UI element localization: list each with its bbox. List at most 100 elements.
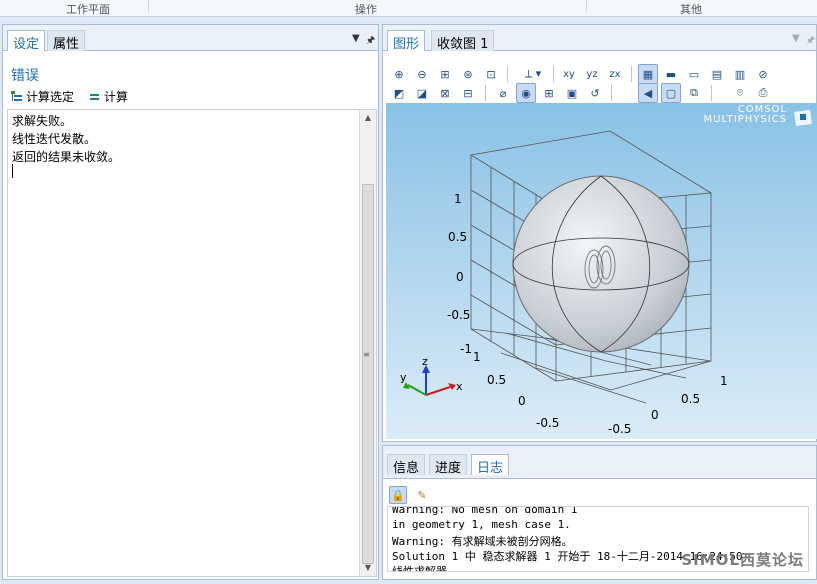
triad-z-label: z bbox=[422, 355, 428, 368]
tab-messages[interactable]: 信息 bbox=[387, 454, 426, 476]
reset-view-icon[interactable]: ↺ bbox=[585, 83, 605, 103]
z-tick-label: -1 bbox=[460, 342, 472, 356]
error-message-area[interactable]: 求解失败。 线性迭代发散。 返回的结果未收敛。 ▲ ≡ ▼ bbox=[7, 109, 377, 577]
pin-icon[interactable]: 🖈 bbox=[806, 33, 815, 50]
select-boundary-icon[interactable]: ◪ bbox=[412, 83, 432, 103]
toggle-transparency-icon[interactable]: ◀ bbox=[638, 83, 658, 103]
y-tick-label: -0.5 bbox=[536, 416, 559, 430]
toolbar-divider bbox=[553, 66, 554, 82]
settings-tabbar: 设定 属性 ▼ 🖈 bbox=[3, 25, 378, 52]
scroll-up-icon[interactable]: ▲ bbox=[360, 110, 376, 126]
toolbar-divider bbox=[507, 66, 508, 82]
axis-orientation-icon[interactable]: ⟂ ▾ bbox=[517, 64, 549, 84]
hide-objects-icon[interactable]: ▥ bbox=[730, 64, 750, 84]
scroll-lock-icon[interactable]: 🔒 bbox=[389, 486, 407, 504]
y-tick-label: 1 bbox=[473, 350, 481, 364]
x-tick-label: 1 bbox=[720, 374, 728, 388]
compute-icon bbox=[90, 94, 99, 100]
scroll-thumb[interactable] bbox=[362, 184, 374, 564]
ribbon-divider bbox=[586, 0, 587, 12]
triad-y-label: y bbox=[400, 371, 407, 384]
x-tick-label: -0.5 bbox=[608, 422, 631, 436]
hidden-select-icon[interactable]: ▭ bbox=[684, 64, 704, 84]
geometry-plot: 1 0.5 0 -0.5 -1 1 0.5 0 -0.5 -1 1 0.5 0 … bbox=[400, 130, 728, 439]
select-domain-icon[interactable]: ◩ bbox=[389, 83, 409, 103]
messages-tabbar: 信息 进度 日志 bbox=[383, 446, 816, 479]
log-line: 线性求解器 bbox=[392, 565, 447, 572]
triad-x-label: x bbox=[456, 380, 463, 393]
tab-progress[interactable]: 进度 bbox=[429, 454, 468, 476]
log-line: Warning: 有求解域未被剖分网格。 bbox=[392, 535, 573, 548]
tab-properties[interactable]: 属性 bbox=[47, 30, 86, 52]
ribbon-divider bbox=[148, 0, 149, 12]
axis-triad bbox=[403, 365, 456, 396]
pin-icon[interactable]: 🖈 bbox=[366, 33, 375, 50]
zoom-extents-icon[interactable]: ⊡ bbox=[481, 64, 501, 84]
hide-geometry-icon[interactable]: ⊘ bbox=[753, 64, 773, 84]
view-solid-icon[interactable]: ▦ bbox=[638, 64, 658, 84]
error-message-line: 线性迭代发散。 bbox=[12, 132, 97, 146]
z-tick-label: -0.5 bbox=[447, 308, 470, 322]
error-message-line: 返回的结果未收敛。 bbox=[12, 150, 121, 164]
pane-menu-icon[interactable]: ▼ bbox=[792, 33, 800, 44]
tab-convergence-plot[interactable]: 收敛图 1 bbox=[431, 30, 495, 52]
view-zx-icon[interactable]: zx bbox=[605, 64, 625, 84]
ribbon-group-other: 其他 bbox=[680, 3, 702, 16]
compute-selected-label: 计算选定 bbox=[26, 90, 75, 104]
graphics-viewport[interactable]: COMSOL MULTIPHYSICS 1 0.5 0 -0.5 -1 1 0.… bbox=[386, 103, 817, 439]
error-title: 错误 bbox=[11, 68, 39, 84]
clear-log-icon[interactable]: ✎ bbox=[413, 486, 431, 504]
view-xy-icon[interactable]: xy bbox=[559, 64, 579, 84]
log-line: Warning: No mesh on domain 1 bbox=[392, 506, 578, 516]
print-icon[interactable]: ⎙ bbox=[753, 83, 773, 103]
ribbon-group-operations: 操作 bbox=[355, 3, 377, 16]
log-line: in geometry 1, mesh case 1. bbox=[392, 518, 571, 531]
view-wireframe-icon[interactable]: ▬ bbox=[661, 64, 681, 84]
scroll-down-icon[interactable]: ▼ bbox=[360, 560, 376, 576]
toolbar-divider bbox=[711, 85, 712, 101]
compute-selected-icon bbox=[11, 91, 22, 101]
show-legend-icon[interactable]: ▣ bbox=[562, 83, 582, 103]
compute-button[interactable]: 计算 bbox=[89, 89, 128, 105]
compute-selected-button[interactable]: 计算选定 bbox=[11, 89, 74, 105]
transparency-icon[interactable]: ▤ bbox=[707, 64, 727, 84]
settings-pane: 设定 属性 ▼ 🖈 错误 计算选定 计算 求解失败。 线性迭代发散。 返回的结果… bbox=[2, 24, 379, 580]
hide-icon[interactable]: ⌀ bbox=[493, 83, 513, 103]
zoom-out-icon[interactable]: ⊖ bbox=[412, 64, 432, 84]
scroll-grip-icon: ≡ bbox=[363, 350, 370, 359]
wireframe-icon[interactable]: ▢ bbox=[661, 83, 681, 103]
z-tick-label: 1 bbox=[454, 192, 462, 206]
y-tick-label: 0.5 bbox=[487, 373, 506, 387]
text-caret bbox=[12, 164, 13, 178]
tab-log[interactable]: 日志 bbox=[471, 454, 510, 476]
tab-graphics[interactable]: 图形 bbox=[387, 30, 426, 52]
error-scrollbar[interactable]: ▲ ≡ ▼ bbox=[359, 110, 376, 576]
x-tick-label: -1 bbox=[576, 438, 588, 439]
toolbar-divider bbox=[631, 66, 632, 82]
render-icon[interactable]: ⧉ bbox=[684, 83, 704, 103]
view-yz-icon[interactable]: yz bbox=[582, 64, 602, 84]
error-message-line: 求解失败。 bbox=[12, 114, 73, 128]
pane-menu-icon[interactable]: ▼ bbox=[352, 33, 360, 44]
watermark-text: SIMOL西莫论坛 bbox=[681, 551, 804, 569]
show-grid-icon[interactable]: ⊞ bbox=[539, 83, 559, 103]
y-tick-label: 0 bbox=[518, 394, 526, 408]
graphics-toolbar-row-2: ◩ ◪ ⊠ ⊟ ⌀ ◉ ⊞ ▣ ↺ ◀ ▢ ⧉ ⌾ ⎙ bbox=[389, 83, 813, 103]
x-tick-label: 0 bbox=[651, 408, 659, 422]
toolbar-divider bbox=[611, 85, 612, 101]
ribbon-group-labels: 工作平面 操作 其他 bbox=[0, 0, 817, 17]
graphics-tabbar: 图形 收敛图 1 ▼ 🖈 bbox=[383, 25, 816, 52]
ribbon-group-workplane: 工作平面 bbox=[66, 3, 110, 16]
zoom-selected-icon[interactable]: ⊛ bbox=[458, 64, 478, 84]
zoom-in-icon[interactable]: ⊕ bbox=[389, 64, 409, 84]
zoom-box-icon[interactable]: ⊞ bbox=[435, 64, 455, 84]
messages-pane: 信息 进度 日志 🔒 ✎ Warning: No mesh on domain … bbox=[382, 445, 817, 580]
z-tick-label: 0.5 bbox=[448, 230, 467, 244]
snapshot-icon[interactable]: ⌾ bbox=[730, 83, 750, 103]
graphics-toolbar-row-1: ⊕ ⊖ ⊞ ⊛ ⊡ ⟂ ▾ xy yz zx ▦ ▬ ▭ ▤ ▥ ⊘ bbox=[389, 64, 813, 84]
x-tick-label: 0.5 bbox=[681, 392, 700, 406]
tab-settings[interactable]: 设定 bbox=[7, 30, 46, 52]
show-scene-light-icon[interactable]: ◉ bbox=[516, 83, 536, 103]
clear-selection-icon[interactable]: ⊟ bbox=[458, 83, 478, 103]
select-box-icon[interactable]: ⊠ bbox=[435, 83, 455, 103]
